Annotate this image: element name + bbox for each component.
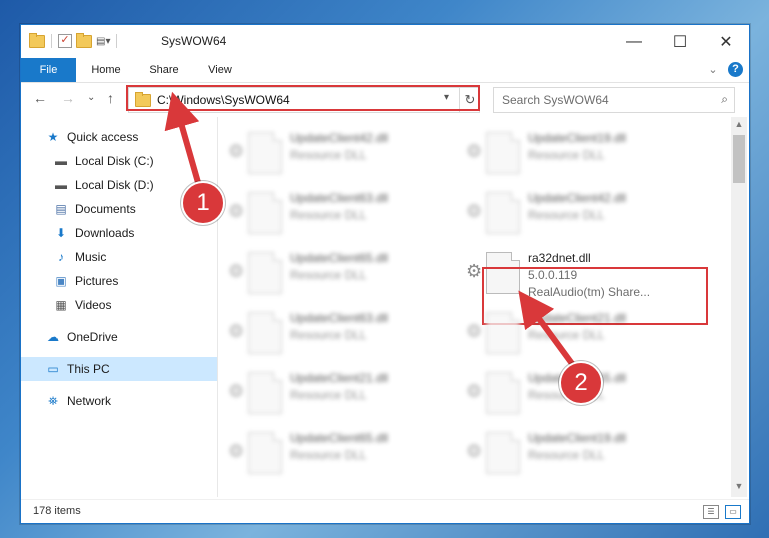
arrow-to-file: [518, 290, 576, 368]
explorer-window: ✓ ▤▾ SysWOW64 — ☐ ✕ File Home Share View…: [20, 24, 750, 524]
step-marker-1: 1: [181, 181, 225, 225]
step-marker-2: 2: [559, 361, 603, 405]
arrow-to-address-bar: [164, 91, 204, 196]
annotation-arrows: [164, 91, 576, 368]
